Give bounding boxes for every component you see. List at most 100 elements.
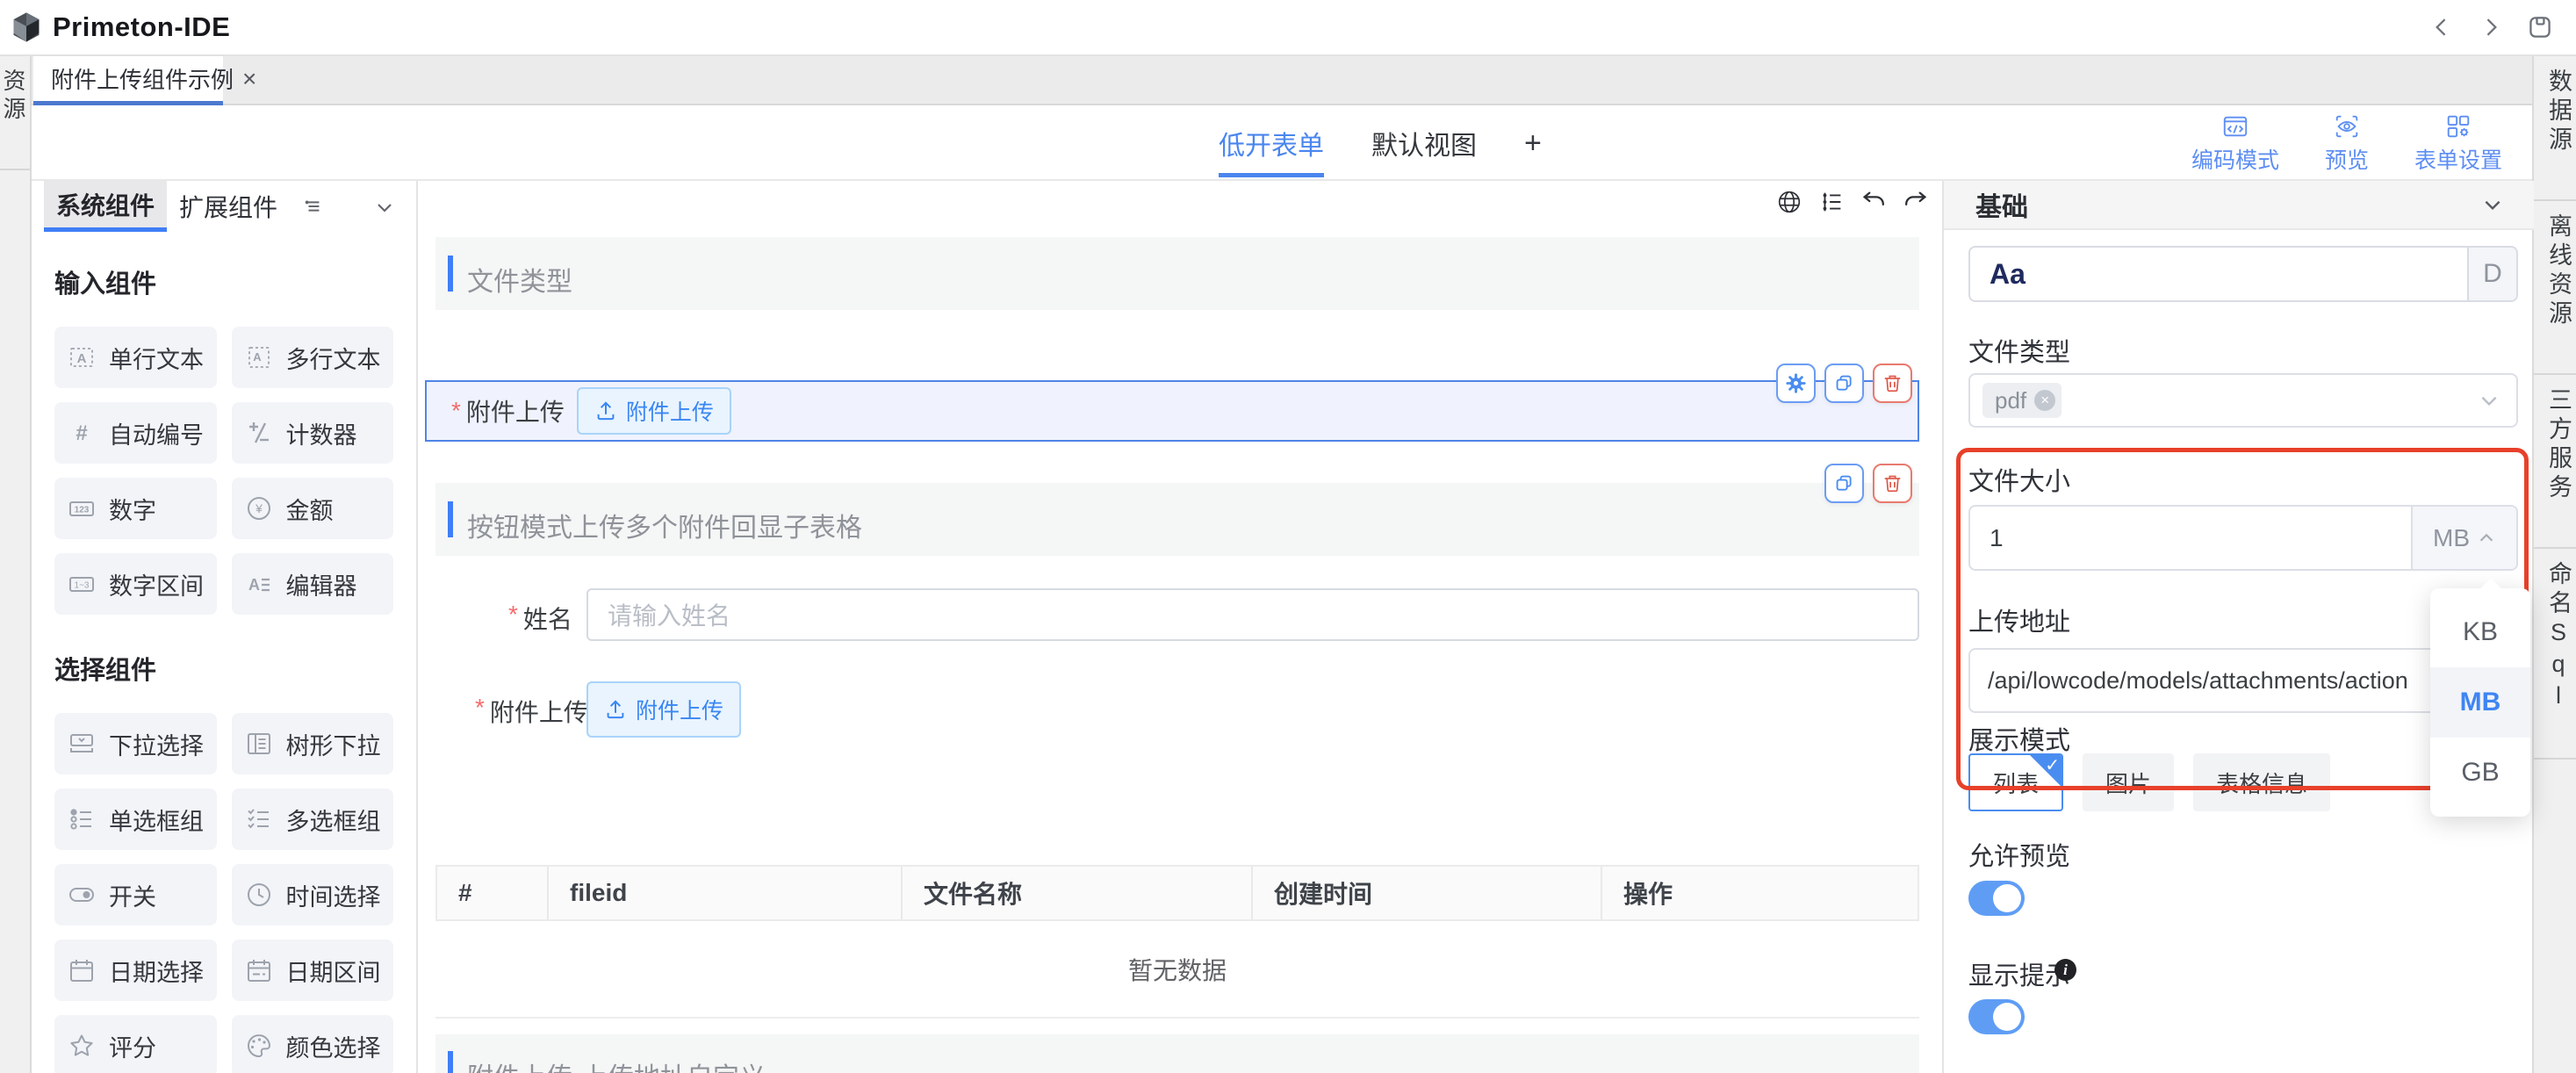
select-components-grid: 下拉选择 树形下拉 单选框组 [54,713,393,1073]
editor-icon: A [244,569,274,599]
delete-button[interactable] [1873,364,1912,403]
info-icon[interactable]: i [2054,959,2076,981]
upload-field-label: * 附件上传 [475,694,588,729]
palette-item[interactable]: 树形下拉 [232,713,394,774]
header-action-button[interactable]: 表单设置 [2414,112,2502,175]
copy-button[interactable] [1824,464,1864,503]
tab-system-components[interactable]: 系统组件 [44,181,167,232]
header-action-button[interactable]: 预览 [2325,112,2369,175]
right-rail-item[interactable]: 三方服务 [2534,375,2576,549]
table-header-cell: 文件名称 [903,867,1253,919]
palette-item[interactable]: 123 数字 [54,478,217,539]
section-header-custom-url[interactable]: 附件上传-上传地址自定义 [435,1034,1919,1073]
remove-tag-icon[interactable]: × [2034,390,2055,411]
primeton-ide-window: Primeton-IDE 资源 数据源离线资源三方服务命名Sql 附件上传组件示… [0,0,2576,1073]
table-header-cell: 操作 [1602,867,1918,919]
app-logo-icon [9,10,44,45]
right-rail-item[interactable]: 命名Sql [2534,549,2576,760]
palette-item[interactable]: 多选框组 [232,789,394,850]
redo-icon[interactable] [1902,188,1930,216]
preview-eye-icon [2333,112,2361,140]
unit-option[interactable]: MB [2430,667,2530,738]
upload-button[interactable]: 附件上传 [586,681,741,738]
inspector-header[interactable]: 基础 [1944,181,2534,230]
palette-item[interactable]: A 多行文本 [232,327,394,388]
show-tip-toggle[interactable] [1968,999,2025,1034]
upload-button[interactable]: 附件上传 [577,387,731,435]
palette-item[interactable]: 评分 [54,1015,217,1073]
save-icon[interactable] [2527,14,2553,40]
upload-icon [594,400,617,422]
globe-icon[interactable] [1775,188,1803,216]
file-type-select[interactable]: pdf × [1968,373,2518,428]
file-size-input: 1 MB [1968,505,2518,571]
palette-item[interactable]: 单选框组 [54,789,217,850]
display-mode-options: 列表 ✓ 图片 ✓ 表格信息 ✓ [1968,753,2330,811]
unit-option[interactable]: GB [2430,738,2530,808]
tab-extension-components[interactable]: 扩展组件 [167,181,290,232]
group-title-select: 选择组件 [54,650,393,687]
name-input[interactable]: 请输入姓名 [586,588,1919,641]
right-rail-item[interactable]: 离线资源 [2534,201,2576,375]
palette-item[interactable]: ¥ 金额 [232,478,394,539]
palette-item[interactable]: 下拉选择 [54,713,217,774]
palette-item[interactable]: 日期选择 [54,940,217,1001]
unit-select[interactable]: MB [2411,507,2516,569]
palette-item[interactable]: A 编辑器 [232,553,394,615]
rating-icon [67,1031,97,1061]
right-rail-item[interactable]: 数据源 [2534,56,2576,201]
palette-item[interactable]: A 单行文本 [54,327,217,388]
right-rail: 数据源离线资源三方服务命名Sql [2532,56,2576,1073]
palette-item[interactable]: 颜色选择 [232,1015,394,1073]
undo-icon[interactable] [1860,188,1888,216]
trash-icon [1881,371,1904,395]
rail-item-resources[interactable]: 资源 [0,56,30,170]
close-icon[interactable]: × [242,67,256,91]
list-menu-icon[interactable] [304,197,323,216]
data-binding-button[interactable]: D [2467,248,2516,300]
tab-lowcode-form[interactable]: 低开表单 [1219,105,1324,181]
palette-item[interactable]: 时间选择 [232,864,394,925]
header-action-button[interactable]: 编码模式 [2191,112,2279,175]
file-type-tag: pdf × [1982,383,2062,418]
history-back-icon[interactable] [2428,14,2455,40]
history-forward-icon[interactable] [2478,14,2504,40]
palette-item[interactable]: 1~3 数字区间 [54,553,217,615]
multi-text-icon: A [244,342,274,372]
check-icon: ✓ [2045,754,2060,776]
outline-icon[interactable] [1817,188,1846,216]
document-tab[interactable]: 附件上传组件示例 × [33,56,223,105]
palette-item[interactable]: 开关 [54,864,217,925]
table-header-cell: fileid [549,867,903,919]
app-title: Primeton-IDE [53,11,230,43]
add-view-button[interactable]: + [1524,126,1542,161]
svg-text:123: 123 [75,506,90,515]
settings-button[interactable] [1776,364,1816,403]
field-name-value[interactable]: Aa [1970,248,2467,300]
copy-button[interactable] [1824,364,1864,403]
upload-icon [604,698,627,721]
switch-icon [67,880,97,910]
file-size-value[interactable]: 1 [1970,507,2411,569]
upload-url-label: 上传地址 [1968,601,2070,638]
section-header-button-mode[interactable]: 按钮模式上传多个附件回显子表格 [435,483,1919,556]
unit-option[interactable]: KB [2430,597,2530,667]
section-header-file-type[interactable]: 文件类型 [435,237,1919,310]
selected-field-actions [1776,364,1912,403]
palette-item[interactable]: 计数器 [232,402,394,464]
display-mode-option[interactable]: 列表 ✓ [1968,753,2063,811]
palette-item[interactable]: 日期区间 [232,940,394,1001]
allow-preview-toggle[interactable] [1968,881,2025,916]
palette-item[interactable]: # 自动编号 [54,402,217,464]
copy-icon [1832,472,1856,495]
display-mode-option[interactable]: 表格信息 ✓ [2193,753,2330,811]
selected-upload-field[interactable]: * 附件上传 附件上传 [425,380,1919,442]
single-text-icon: A [67,342,97,372]
display-mode-option[interactable]: 图片 ✓ [2083,753,2174,811]
tab-default-view[interactable]: 默认视图 [1371,105,1477,181]
chevron-down-icon [2478,389,2500,412]
document-tab-label: 附件上传组件示例 [51,62,234,95]
delete-button[interactable] [1873,464,1912,503]
topbar-nav [2428,14,2553,40]
chevron-down-icon[interactable] [374,197,395,218]
